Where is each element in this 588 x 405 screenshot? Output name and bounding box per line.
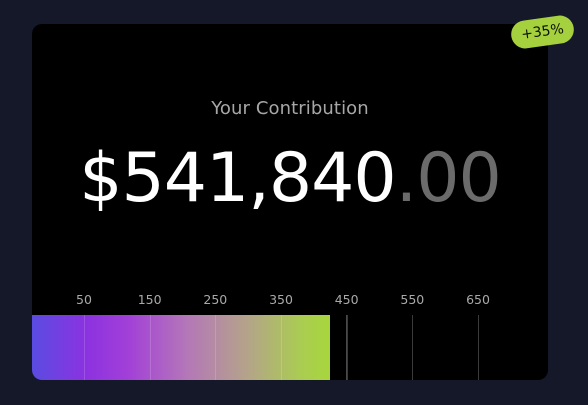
scale-tick-label: 450 [334,292,359,307]
contribution-amount: $541,840.00 [32,142,548,216]
scale-tick-label: 650 [466,292,490,307]
progress-fill [32,315,331,380]
contribution-title: Your Contribution [211,98,369,119]
scale-tick-label: 250 [203,292,228,307]
scale-tick-label: 50 [76,292,92,307]
scale-fill-edge [346,315,348,380]
scale-gridline [281,315,282,380]
scale-tick-label: 350 [269,292,293,307]
scale-gridline [149,315,151,380]
scale-tick-label: 150 [137,292,162,307]
percent-change-badge: +35% [509,13,576,51]
contribution-card: Your Contribution $541,840.00 50 150 250 35… [32,24,548,380]
scale-gridline [215,315,217,380]
scale-gridline [84,315,85,380]
amount-cents: .00 [395,139,502,218]
scale-gridline [412,315,414,380]
scale-tick-label: 550 [400,292,425,307]
scale-gridline [478,315,480,380]
amount-dollars: $541,840 [79,139,396,218]
